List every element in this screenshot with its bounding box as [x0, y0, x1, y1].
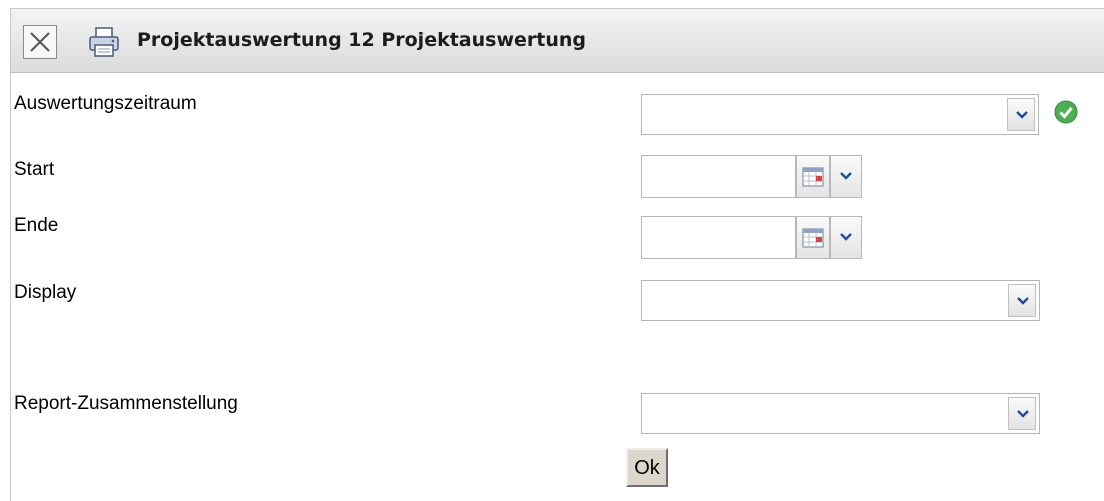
start-dropdown-button[interactable]: [830, 155, 862, 198]
calendar-icon: [802, 228, 824, 248]
ok-button[interactable]: Ok: [626, 448, 668, 487]
dialog-title: Projektauswertung 12 Projektauswertung: [137, 29, 587, 51]
ende-date-input[interactable]: [641, 216, 796, 259]
report-zusammenstellung-select[interactable]: [641, 393, 1040, 434]
chevron-down-icon: [1017, 297, 1029, 305]
ende-calendar-button[interactable]: [796, 216, 830, 259]
start-label: Start: [14, 159, 55, 180]
auswertungszeitraum-dropdown-arrow[interactable]: [1007, 98, 1035, 131]
close-icon: [30, 32, 50, 52]
display-label: Display: [14, 282, 77, 303]
chevron-down-icon: [840, 233, 852, 241]
chevron-down-icon: [840, 172, 852, 180]
calendar-icon: [802, 167, 824, 187]
display-select[interactable]: [641, 280, 1040, 321]
chevron-down-icon: [1016, 111, 1028, 119]
close-button[interactable]: [23, 25, 57, 59]
report-zusammenstellung-dropdown-arrow[interactable]: [1008, 397, 1036, 430]
printer-icon: [89, 27, 119, 57]
ende-label: Ende: [14, 215, 59, 236]
check-circle-icon: [1054, 100, 1078, 124]
print-button[interactable]: [87, 26, 121, 58]
start-calendar-button[interactable]: [796, 155, 830, 198]
start-date-input[interactable]: [641, 155, 796, 198]
ende-dropdown-button[interactable]: [830, 216, 862, 259]
chevron-down-icon: [1017, 410, 1029, 418]
title-bar: Projektauswertung 12 Projektauswertung: [11, 9, 1104, 73]
report-zusammenstellung-label: Report-Zusammenstellung: [14, 393, 238, 414]
display-dropdown-arrow[interactable]: [1008, 284, 1036, 317]
auswertungszeitraum-select[interactable]: [641, 94, 1039, 135]
auswertungszeitraum-label: Auswertungszeitraum: [14, 93, 197, 114]
